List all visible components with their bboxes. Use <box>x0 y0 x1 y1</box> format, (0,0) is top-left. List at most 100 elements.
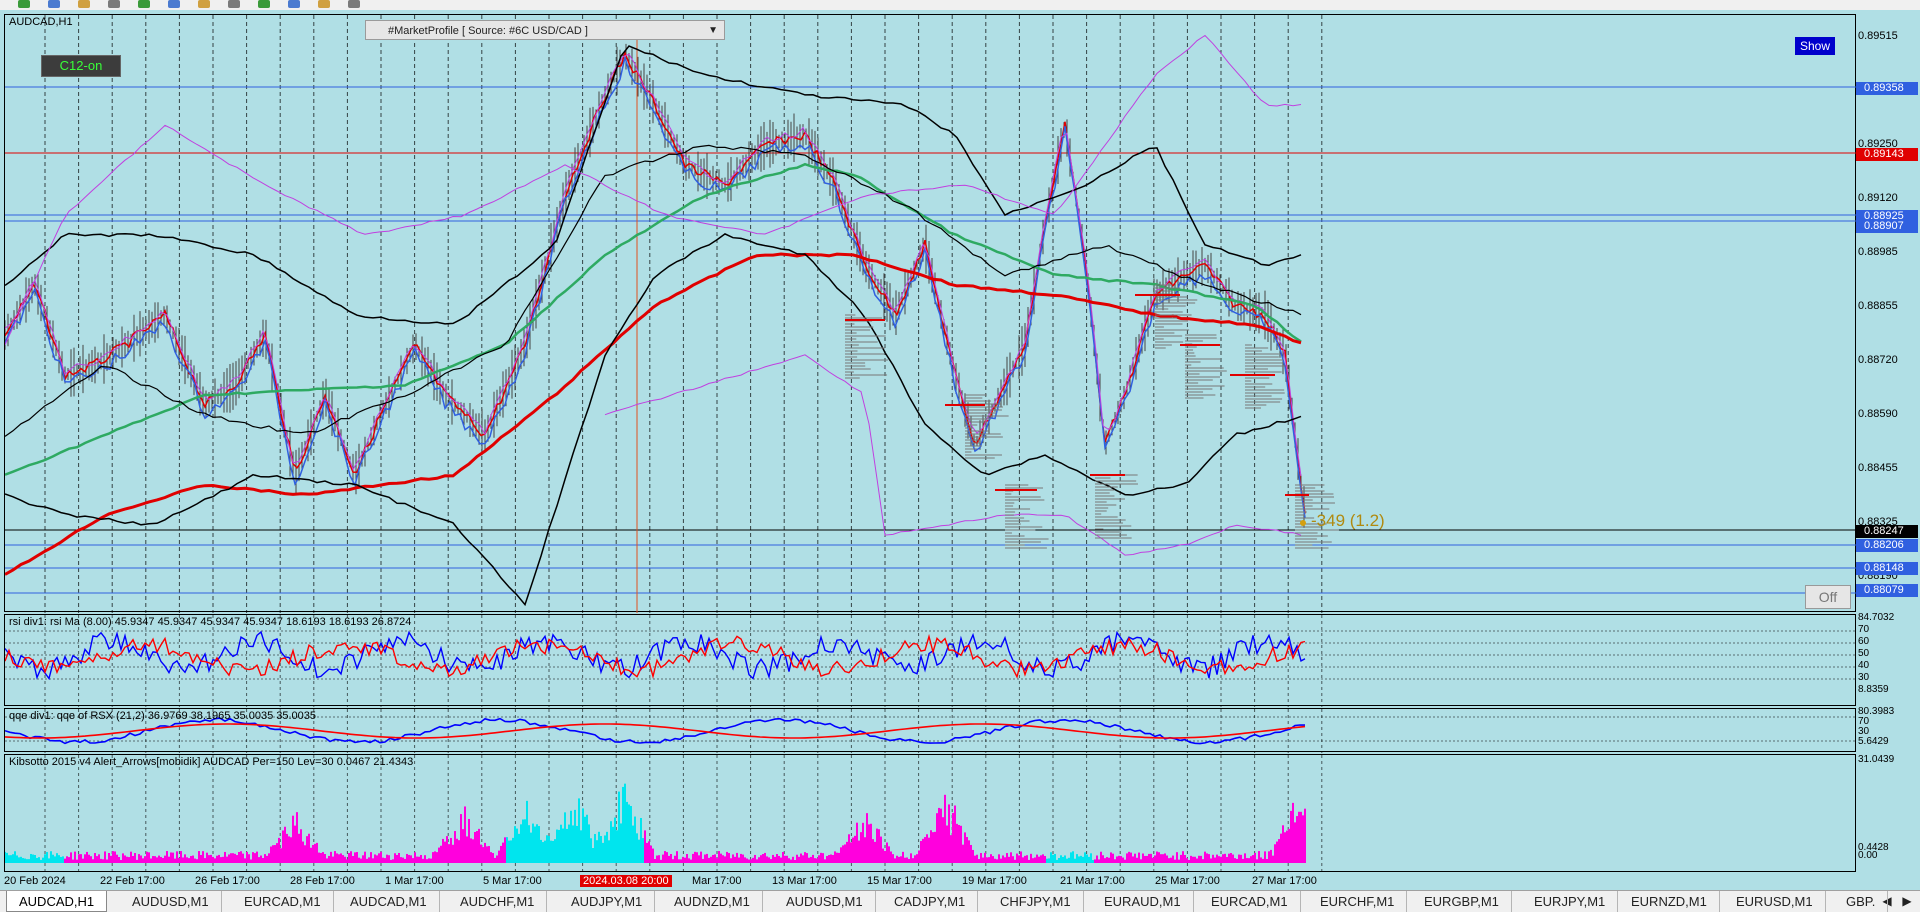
symbol-tab[interactable]: AUDCHF,M1 <box>448 891 548 912</box>
off-button[interactable]: Off <box>1805 585 1851 609</box>
symbol-tab[interactable]: EURUSD,M1 <box>1724 891 1826 912</box>
price-chart[interactable] <box>5 15 1857 613</box>
time-axis-label: 26 Feb 17:00 <box>195 875 260 887</box>
rsi-red-line <box>5 633 1306 680</box>
price-tick-label: 0.88855 <box>1858 300 1898 312</box>
qqe-scale-label: 5.6429 <box>1858 736 1889 747</box>
time-axis-label: 27 Mar 17:00 <box>1252 875 1317 887</box>
rsi-indicator-pane[interactable]: rsi div1: rsi Ma (8.00) 45.9347 45.9347 … <box>4 614 1857 707</box>
symbol-tab[interactable]: GBP. <box>1834 891 1889 912</box>
time-axis-label: Mar 17:00 <box>692 875 742 887</box>
symbol-tab[interactable]: EURCAD,M1 <box>1199 891 1301 912</box>
autoscroll-icon[interactable] <box>168 0 180 8</box>
symbol-tab[interactable]: AUDCAD,M1 <box>338 891 440 912</box>
price-tag: 0.88206 <box>1856 539 1918 552</box>
chart-symbol-label: AUDCAD,H1 <box>9 16 73 28</box>
price-tick-label: 0.88720 <box>1858 354 1898 366</box>
c12-toggle-button[interactable]: C12-on <box>41 55 121 77</box>
kibsotto-scale-label: 31.0439 <box>1858 754 1895 765</box>
symbol-tab[interactable]: EURCAD,M1 <box>232 891 334 912</box>
main-price-pane[interactable]: AUDCAD,H1 C12-on #MarketProfile [ Source… <box>4 14 1857 613</box>
qqe-label: qqe div1: qqe of RSX (21,2) 36.9769 38.1… <box>9 710 317 722</box>
symbol-tab[interactable]: CADJPY,M1 <box>882 891 979 912</box>
qqe-blue-line <box>5 717 1306 745</box>
line-icon[interactable] <box>318 0 330 8</box>
period-icon[interactable] <box>198 0 210 8</box>
lower-envelope-line <box>604 354 1302 556</box>
rsi-scale-label: 8.8359 <box>1858 684 1889 695</box>
time-axis-label: 21 Mar 17:00 <box>1060 875 1125 887</box>
crosshair-icon[interactable] <box>288 0 300 8</box>
symbol-tab[interactable]: AUDCAD,H1 <box>6 891 108 912</box>
price-tick-label: 0.89515 <box>1858 30 1898 42</box>
lower-band-line <box>5 233 1302 607</box>
profiles-icon[interactable] <box>48 0 60 8</box>
rsi-scale-label: 60 <box>1858 636 1870 647</box>
symbol-tab[interactable]: CHFJPY,M1 <box>988 891 1084 912</box>
kibsotto-histogram <box>5 755 1323 873</box>
fast-ma-blue-line <box>5 57 1306 518</box>
symbol-tab[interactable]: EURGBP,M1 <box>1412 891 1512 912</box>
qqe-indicator-pane[interactable]: qqe div1: qqe of RSX (21,2) 36.9769 38.1… <box>4 708 1857 753</box>
symbol-tab[interactable]: AUDUSD,M1 <box>774 891 876 912</box>
zoom-out-icon[interactable] <box>108 0 120 8</box>
symbol-tab[interactable]: AUDJPY,M1 <box>559 891 656 912</box>
fibo-icon[interactable] <box>348 0 360 8</box>
time-axis-label: 2024.03.08 20:00 <box>580 875 672 887</box>
show-button[interactable]: Show <box>1795 37 1835 55</box>
market-profile-select[interactable]: #MarketProfile [ Source: #6C USD/CAD ] ▼ <box>365 20 725 40</box>
cursor-icon[interactable] <box>258 0 270 8</box>
time-axis-label: 22 Feb 17:00 <box>100 875 165 887</box>
time-axis-label: 19 Mar 17:00 <box>962 875 1027 887</box>
time-axis[interactable]: 20 Feb 2024 22 Feb 17:00 26 Feb 17:00 28 Fe… <box>0 872 1856 890</box>
rsi-scale-label: 40 <box>1858 660 1870 671</box>
rsi-scale-label: 30 <box>1858 672 1870 683</box>
kibsotto-indicator-pane[interactable]: Kibsotto 2015 v4 Alert_Arrows[mobidik] A… <box>4 754 1856 873</box>
time-axis-label: 25 Mar 17:00 <box>1155 875 1220 887</box>
symbol-tab[interactable]: EURNZD,M1 <box>1619 891 1720 912</box>
symbol-tab[interactable]: AUDUSD,M1 <box>120 891 222 912</box>
rsi-scale: 84.7032 70 60 50 40 30 8.8359 <box>1856 612 1920 706</box>
rsi-label: rsi div1: rsi Ma (8.00) 45.9347 45.9347 … <box>9 616 412 628</box>
price-tag: 0.88079 <box>1856 584 1918 597</box>
market-profile-label: #MarketProfile [ Source: #6C USD/CAD ] <box>388 25 588 37</box>
time-axis-label: 1 Mar 17:00 <box>385 875 444 887</box>
price-tick-label: 0.88455 <box>1858 462 1898 474</box>
price-tick-label: 0.89120 <box>1858 192 1898 204</box>
price-tag: 0.88148 <box>1856 562 1918 575</box>
price-annotation: -349 (1.2) <box>1311 511 1385 530</box>
price-tag: 0.88247 <box>1856 525 1918 538</box>
symbol-tab[interactable]: EURCHF,M1 <box>1308 891 1408 912</box>
new-chart-icon[interactable] <box>18 0 30 8</box>
fast-ma-red-line <box>5 50 1306 514</box>
price-tag: 0.88907 <box>1856 220 1918 233</box>
time-axis-label: 5 Mar 17:00 <box>483 875 542 887</box>
time-axis-label: 20 Feb 2024 <box>4 875 66 887</box>
qqe-scale: 80.3983 70 30 5.6429 <box>1856 706 1920 752</box>
price-tick-label: 0.88590 <box>1858 408 1898 420</box>
time-axis-label: 13 Mar 17:00 <box>772 875 837 887</box>
kibsotto-scale-label: 0.4428 <box>1858 842 1889 853</box>
chart-window[interactable]: AUDCAD,H1 C12-on #MarketProfile [ Source… <box>0 10 1920 890</box>
symbol-tab[interactable]: AUDNZD,M1 <box>662 891 763 912</box>
kibsotto-label: Kibsotto 2015 v4 Alert_Arrows[mobidik] A… <box>9 756 414 768</box>
rsi-scale-label: 84.7032 <box>1858 612 1895 623</box>
kibsotto-scale: 31.0439 0.00 0.4428 <box>1856 754 1920 872</box>
mid-band-line <box>5 144 1302 437</box>
price-tick-label: 0.88985 <box>1858 246 1898 258</box>
zoom-in-icon[interactable] <box>78 0 90 8</box>
time-axis-label: 28 Feb 17:00 <box>290 875 355 887</box>
templates-icon[interactable] <box>228 0 240 8</box>
price-tag: 0.89358 <box>1856 82 1918 95</box>
symbol-tab[interactable]: EURAUD,M1 <box>1092 891 1194 912</box>
rsi-scale-label: 70 <box>1858 624 1870 635</box>
chart-shift-icon[interactable] <box>138 0 150 8</box>
symbol-tab[interactable]: EURJPY,M1 <box>1522 891 1619 912</box>
symbol-tab-bar: ◀ ▶ AUDCAD,H1 AUDUSD,M1 EURCAD,M1 AUDCAD,M1… <box>0 890 1920 912</box>
price-bars <box>5 43 1305 528</box>
rsi-scale-label: 50 <box>1858 648 1870 659</box>
price-marker <box>1300 520 1306 526</box>
tab-scroll-right-icon[interactable]: ▶ <box>1898 891 1916 912</box>
dropdown-arrow-icon[interactable]: ▼ <box>708 21 718 41</box>
main-price-scale[interactable]: 0.895150.893850.892500.891200.889850.888… <box>1856 14 1920 612</box>
